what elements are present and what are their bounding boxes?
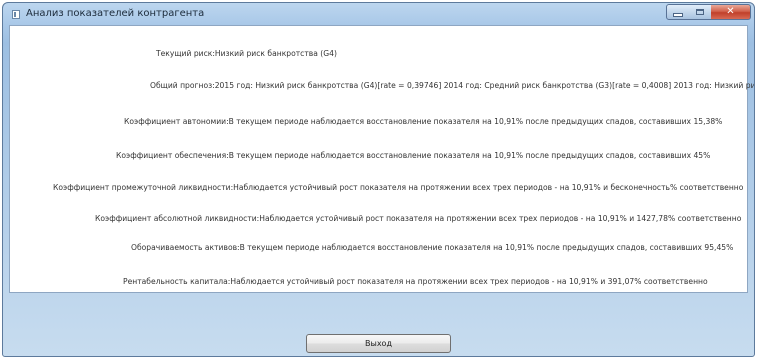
close-icon: ✕: [726, 6, 735, 17]
autonomy-ratio-text: Коэффициент автономии:В текущем периоде …: [124, 117, 723, 126]
button-bar: Выход: [9, 293, 748, 355]
close-button[interactable]: ✕: [711, 4, 751, 20]
minimize-button[interactable]: [666, 4, 690, 20]
asset-turnover-text: Оборачиваемость активов:В текущем период…: [131, 243, 734, 252]
window-title: Анализ показателей контрагента: [26, 8, 205, 19]
window-app-icon: [12, 10, 20, 19]
overall-forecast-text: Общий прогноз:2015 год: Низкий риск банк…: [150, 81, 755, 90]
capital-return-text: Рентабельность капитала:Наблюдается усто…: [123, 277, 708, 286]
absolute-liquidity-text: Коэффициент абсолютной ликвидности:Наблю…: [95, 214, 742, 223]
maximize-icon: [696, 9, 704, 15]
title-bar[interactable]: Анализ показателей контрагента ✕: [3, 3, 754, 25]
minimize-icon: [673, 13, 683, 17]
current-risk-text: Текущий риск:Низкий риск банкротства (G4…: [156, 49, 337, 58]
intermediate-liquidity-text: Коэффициент промежуточной ликвидности:На…: [53, 183, 744, 192]
provision-ratio-text: Коэффициент обеспечения:В текущем период…: [116, 151, 711, 160]
report-panel: Текущий риск:Низкий риск банкротства (G4…: [9, 25, 754, 293]
exit-button[interactable]: Выход: [306, 334, 451, 353]
maximize-button[interactable]: [689, 4, 712, 20]
app-window: Анализ показателей контрагента ✕ Текущий…: [2, 2, 755, 357]
